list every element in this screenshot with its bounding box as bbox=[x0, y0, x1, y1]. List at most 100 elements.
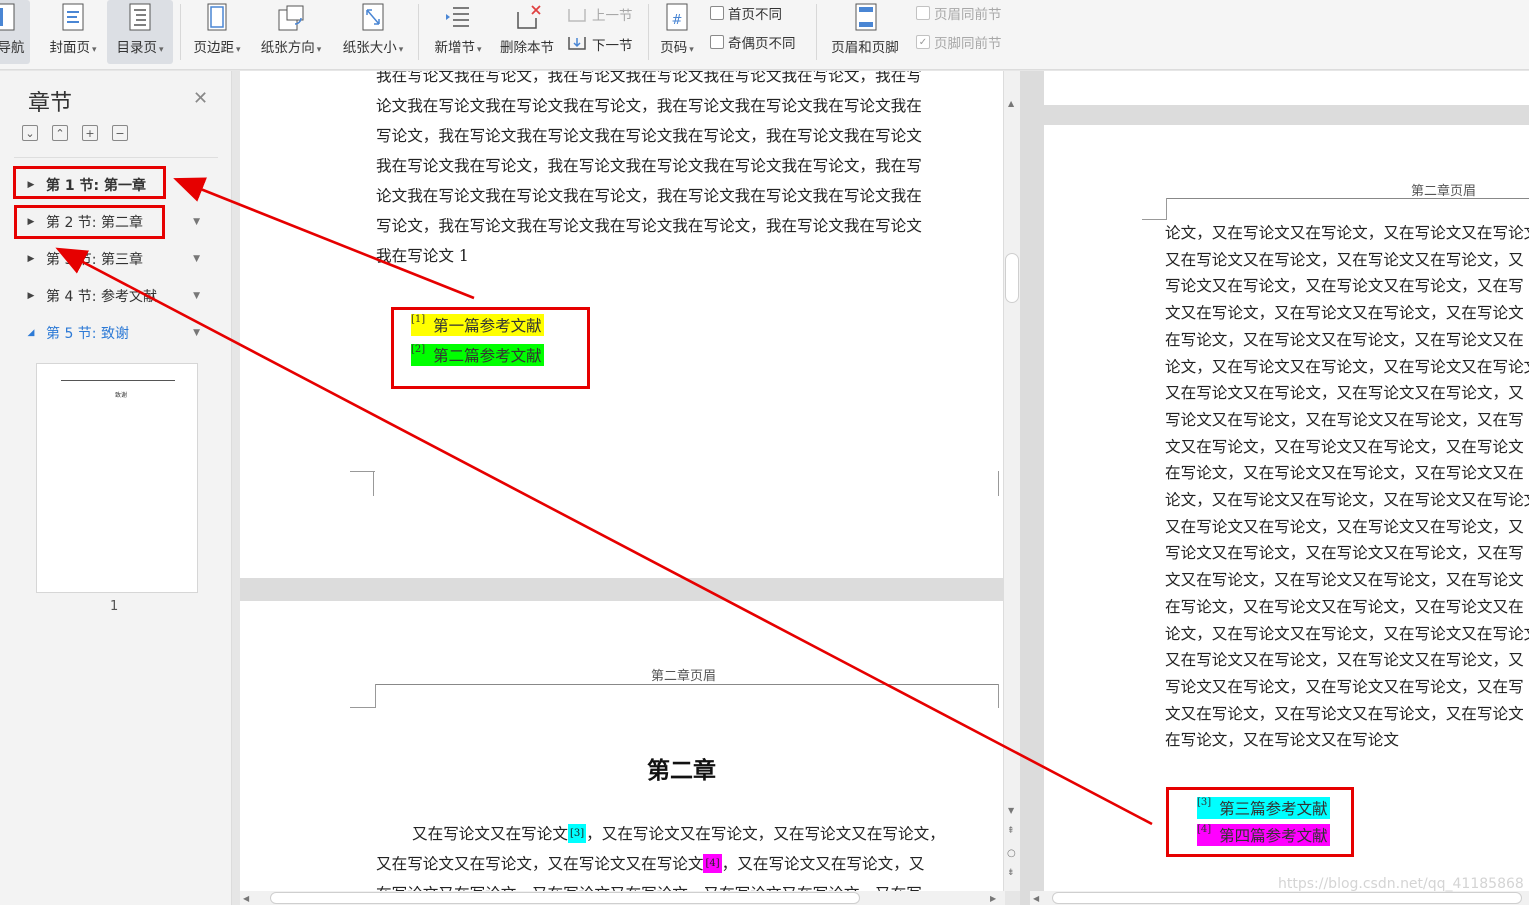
collapse-minus-icon[interactable]: − bbox=[112, 125, 128, 141]
scroll-left-icon[interactable]: ◀ bbox=[1033, 894, 1039, 903]
vertical-scrollbar[interactable]: ▲ ▼ ⇞ ○ ⇟ bbox=[1004, 71, 1020, 891]
toolbar-divider bbox=[816, 4, 817, 60]
chevron-down-icon[interactable]: ▼ bbox=[193, 217, 200, 227]
footnote-ref-3[interactable]: [3] bbox=[567, 824, 587, 843]
scroll-right-icon[interactable]: ▶ bbox=[990, 894, 996, 903]
checkbox-checked: ✓ bbox=[916, 35, 930, 49]
chapter-heading: 第二章 bbox=[647, 758, 716, 784]
margin-label: 页边距 bbox=[193, 36, 240, 56]
prev-page-icon[interactable]: ⇞ bbox=[1007, 826, 1015, 836]
nav-pane-icon bbox=[0, 3, 15, 31]
delete-section-label: 删除本节 bbox=[500, 40, 554, 56]
scrollbar-thumb[interactable] bbox=[270, 892, 860, 904]
page-header-text[interactable]: 第二章页眉 bbox=[1411, 180, 1476, 199]
toc-page-label: 目录页 bbox=[116, 36, 163, 56]
header-same-prev-checkbox[interactable]: 页眉同前节 bbox=[916, 2, 1002, 24]
text-line: 写论文又在写论文，又在写论文又在写论文，又在写 bbox=[1165, 677, 1524, 696]
orientation-label: 纸张方向 bbox=[261, 36, 322, 56]
orientation-button[interactable]: 纸张方向 bbox=[252, 0, 330, 64]
nav-pane-label: 导航 bbox=[0, 40, 25, 56]
horizontal-scrollbar[interactable]: ◀ ▶ bbox=[240, 891, 1005, 905]
text-line: 又在写论文又在写论文，又在写论文又在写论文，又 bbox=[1165, 384, 1524, 403]
text-line: 论文，又在写论文又在写论文，又在写论文又在写论文 bbox=[1165, 224, 1529, 242]
close-icon[interactable]: ✕ bbox=[193, 88, 208, 109]
page1-body-text: 我在写论文我在写论文，我在写论文我在写论文我在写论文我在写论文，我在写 论文我在… bbox=[376, 71, 1000, 271]
toc-page-icon bbox=[129, 3, 151, 31]
page2-body-text: 又在写论文又在写论文 [3] ，又在写论文又在写论文，又在写论文又在写论文， 又在写… bbox=[376, 819, 1000, 891]
toolbar-divider bbox=[180, 4, 181, 60]
prev-section-icon bbox=[568, 9, 586, 22]
scroll-left-icon[interactable]: ◀ bbox=[243, 894, 249, 903]
chevron-down-icon[interactable]: ▼ bbox=[193, 254, 200, 264]
odd-even-diff-checkbox[interactable]: 奇偶页不同 bbox=[710, 31, 796, 53]
caret-right-icon: ▶ bbox=[27, 254, 35, 264]
first-page-diff-checkbox[interactable]: 首页不同 bbox=[710, 2, 782, 24]
orientation-icon bbox=[278, 5, 304, 31]
scrollbar-thumb[interactable] bbox=[1052, 892, 1522, 904]
scroll-down-icon[interactable]: ▼ bbox=[1008, 806, 1014, 815]
expand-plus-icon[interactable]: + bbox=[82, 125, 98, 141]
text-line: 在写论文又在写论文，又在写论文又在写论文，又在写论文又在写论文，又在写 bbox=[376, 879, 1000, 891]
sidebar-item-label: 第 3 节: 第三章 bbox=[46, 252, 143, 268]
sidebar-item-label: 第 5 节: 致谢 bbox=[46, 326, 129, 342]
document-view-right[interactable]: 第二章页眉 论文，又在写论文又在写论文，又在写论文又在写论文 又在写论文又在写论… bbox=[1020, 71, 1529, 905]
text-line: 文又在写论文，又在写论文又在写论文，又在写论文 bbox=[1165, 571, 1524, 590]
sidebar-item-section-4[interactable]: ▶ 第 4 节: 参考文献 ▼ bbox=[14, 281, 214, 311]
toc-page-button[interactable]: 目录页 bbox=[107, 0, 173, 64]
page-2: 第二章页眉 第二章 又在写论文又在写论文 [3] ，又在写论文又在写论文，又在写论文… bbox=[240, 601, 1003, 891]
text-line: 论文，又在写论文又在写论文，又在写论文又在写论文 bbox=[1165, 357, 1529, 376]
chevron-up-icon[interactable]: ⌃ bbox=[52, 125, 68, 141]
text-line: 文又在写论文，又在写论文又在写论文，又在写论文 bbox=[1165, 437, 1524, 456]
next-section-button[interactable]: 下一节 bbox=[566, 33, 633, 55]
annotation-box-section-1 bbox=[13, 166, 166, 199]
footer-same-prev-label: 页脚同前节 bbox=[934, 36, 1002, 52]
svg-text:#: # bbox=[672, 13, 683, 28]
page-thumbnail[interactable]: 致谢 bbox=[36, 363, 198, 593]
sidebar-item-section-3[interactable]: ▶ 第 3 节: 第三章 ▼ bbox=[14, 244, 214, 274]
watermark-text: https://blog.csdn.net/qq_41185868 bbox=[1278, 876, 1524, 892]
text-line: 写论文，我在写论文我在写论文我在写论文我在写论文，我在写论文我在写论文 bbox=[376, 127, 922, 145]
margin-corner-mark bbox=[350, 471, 375, 495]
document-view-left[interactable]: 我在写论文我在写论文，我在写论文我在写论文我在写论文我在写论文，我在写 论文我在… bbox=[240, 71, 1005, 891]
cover-page-label: 封面页 bbox=[49, 36, 96, 56]
caret-right-icon: ▶ bbox=[27, 291, 35, 301]
prev-section-button[interactable]: 上一节 bbox=[566, 3, 633, 25]
annotation-box-section-2 bbox=[14, 205, 165, 239]
chevron-down-icon[interactable]: ▼ bbox=[193, 328, 200, 338]
nav-pane-button[interactable]: 导航 bbox=[0, 0, 30, 64]
chevron-down-icon[interactable]: ▼ bbox=[193, 291, 200, 301]
page-1: 我在写论文我在写论文，我在写论文我在写论文我在写论文我在写论文，我在写 论文我在… bbox=[240, 71, 1003, 578]
margin-corner-mark bbox=[350, 707, 375, 731]
text-line: 论文我在写论文我在写论文我在写论文，我在写论文我在写论文我在写论文我在 bbox=[376, 97, 922, 115]
sidebar-item-section-5[interactable]: ◢ 第 5 节: 致谢 ▼ bbox=[14, 318, 214, 348]
footer-same-prev-checkbox[interactable]: ✓ 页脚同前节 bbox=[916, 31, 1002, 53]
text-line: 论文，又在写论文又在写论文，又在写论文又在写论文 bbox=[1165, 624, 1529, 643]
paper-size-button[interactable]: 纸张大小 bbox=[334, 0, 412, 64]
horizontal-scrollbar-right[interactable]: ◀ bbox=[1030, 891, 1529, 905]
text-run: ，又在写论文又在写论文，又 bbox=[721, 855, 925, 873]
scrollbar-thumb[interactable] bbox=[1005, 253, 1019, 303]
text-line: 论文我在写论文我在写论文我在写论文，我在写论文我在写论文我在写论文我在 bbox=[376, 187, 922, 205]
checkbox-box bbox=[710, 6, 724, 20]
next-page-icon[interactable]: ⇟ bbox=[1007, 868, 1015, 878]
page-number-icon: # bbox=[666, 3, 688, 31]
new-section-button[interactable]: 新增节 bbox=[426, 0, 490, 64]
scroll-up-icon[interactable]: ▲ bbox=[1008, 99, 1014, 108]
paper-size-label: 纸张大小 bbox=[343, 36, 404, 56]
text-run: 又在写论文又在写论文 bbox=[412, 825, 568, 843]
header-footer-button[interactable]: 页眉和页脚 bbox=[824, 0, 908, 64]
divider bbox=[14, 157, 218, 158]
text-run: 又在写论文又在写论文，又在写论文又在写论文 bbox=[376, 855, 704, 873]
chevron-down-icon[interactable]: ⌄ bbox=[22, 125, 38, 141]
delete-section-button[interactable]: 删除本节 bbox=[494, 0, 562, 64]
select-browse-object-icon[interactable]: ○ bbox=[1007, 848, 1016, 859]
page-header-text[interactable]: 第二章页眉 bbox=[651, 665, 716, 684]
annotation-box-footnotes-3-4 bbox=[1166, 787, 1354, 857]
text-line: 又在写论文又在写论文，又在写论文又在写论文，又 bbox=[1165, 250, 1524, 269]
text-line: 写论文又在写论文，又在写论文又在写论文，又在写 bbox=[1165, 544, 1524, 563]
page-number-button[interactable]: # 页码 bbox=[654, 0, 700, 64]
cover-page-icon bbox=[62, 3, 84, 31]
cover-page-button[interactable]: 封面页 bbox=[40, 0, 106, 64]
margin-button[interactable]: 页边距 bbox=[186, 0, 248, 64]
footnote-ref-4[interactable]: [4] bbox=[703, 854, 722, 873]
